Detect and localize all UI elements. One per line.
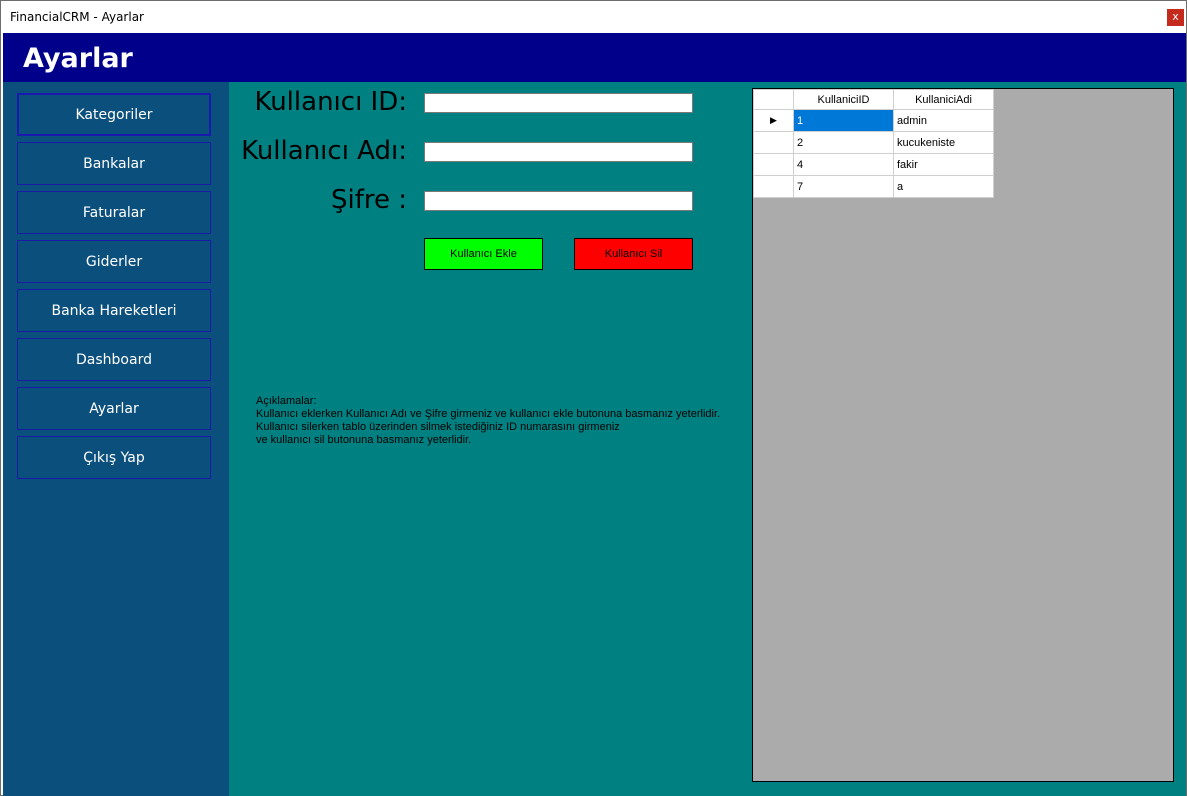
table-cell-id[interactable]: 2 [793, 131, 894, 154]
sidebar-item-kategoriler[interactable]: Kategoriler [17, 93, 211, 136]
row-header[interactable] [753, 175, 794, 198]
sidebar-item-banka-hareketleri[interactable]: Banka Hareketleri [17, 289, 211, 332]
sidebar-item-cikis-yap[interactable]: Çıkış Yap [17, 436, 211, 479]
window-title: FinancialCRM - Ayarlar [10, 9, 144, 24]
description-line: Kullanıcı silerken tablo üzerinden silme… [256, 421, 620, 433]
table-cell-name[interactable]: a [893, 175, 994, 198]
sidebar-item-dashboard[interactable]: Dashboard [17, 338, 211, 381]
user-id-input[interactable] [424, 93, 693, 113]
description-line: Açıklamalar: [256, 395, 317, 407]
table-cell-id[interactable]: 1 [793, 109, 894, 132]
sidebar-item-giderler[interactable]: Giderler [17, 240, 211, 283]
password-label: Şifre : [330, 185, 407, 215]
description-line: ve kullanıcı sil butonuna basmanız yeter… [256, 434, 472, 446]
close-button[interactable]: x [1167, 9, 1184, 26]
row-header[interactable] [753, 131, 794, 154]
current-row-indicator-icon[interactable]: ▶ [753, 109, 794, 132]
table-header-row: KullaniciID KullaniciAdi [753, 89, 994, 110]
users-data-grid[interactable]: KullaniciID KullaniciAdi ▶ 1 admin 2 kuc… [752, 88, 1174, 782]
column-header-kullaniciid[interactable]: KullaniciID [793, 89, 894, 110]
sidebar: Kategoriler Bankalar Faturalar Giderler … [3, 82, 229, 796]
table-cell-id[interactable]: 7 [793, 175, 894, 198]
username-label: Kullanıcı Adı: [241, 136, 407, 166]
table-row[interactable]: 4 fakir [753, 153, 994, 176]
sidebar-item-ayarlar[interactable]: Ayarlar [17, 387, 211, 430]
table-cell-name[interactable]: kucukeniste [893, 131, 994, 154]
add-user-button[interactable]: Kullanıcı Ekle [424, 238, 543, 270]
page-title: Ayarlar [23, 43, 133, 74]
username-input[interactable] [424, 142, 693, 162]
main-panel: Kullanıcı ID: Kullanıcı Adı: Şifre : Kul… [229, 82, 1186, 796]
table-cell-name[interactable]: fakir [893, 153, 994, 176]
table-row[interactable]: ▶ 1 admin [753, 109, 994, 132]
row-header[interactable] [753, 153, 794, 176]
users-table: KullaniciID KullaniciAdi ▶ 1 admin 2 kuc… [753, 89, 994, 198]
delete-user-button[interactable]: Kullanıcı Sil [574, 238, 693, 270]
table-row[interactable]: 2 kucukeniste [753, 131, 994, 154]
app-window: FinancialCRM - Ayarlar x Ayarlar Kategor… [0, 0, 1187, 796]
description-line: Kullanıcı eklerken Kullanıcı Adı ve Şifr… [256, 408, 721, 420]
password-input[interactable] [424, 191, 693, 211]
sidebar-item-faturalar[interactable]: Faturalar [17, 191, 211, 234]
table-cell-id[interactable]: 4 [793, 153, 894, 176]
column-header-kullaniciadi[interactable]: KullaniciAdi [893, 89, 994, 110]
title-bar[interactable]: FinancialCRM - Ayarlar x [1, 1, 1186, 32]
description-text: Açıklamalar: Kullanıcı eklerken Kullanıc… [256, 395, 726, 447]
sidebar-item-bankalar[interactable]: Bankalar [17, 142, 211, 185]
table-row[interactable]: 7 a [753, 175, 994, 198]
page-header: Ayarlar [3, 33, 1186, 82]
row-header-corner[interactable] [753, 89, 794, 110]
table-cell-name[interactable]: admin [893, 109, 994, 132]
user-id-label: Kullanıcı ID: [254, 87, 407, 117]
